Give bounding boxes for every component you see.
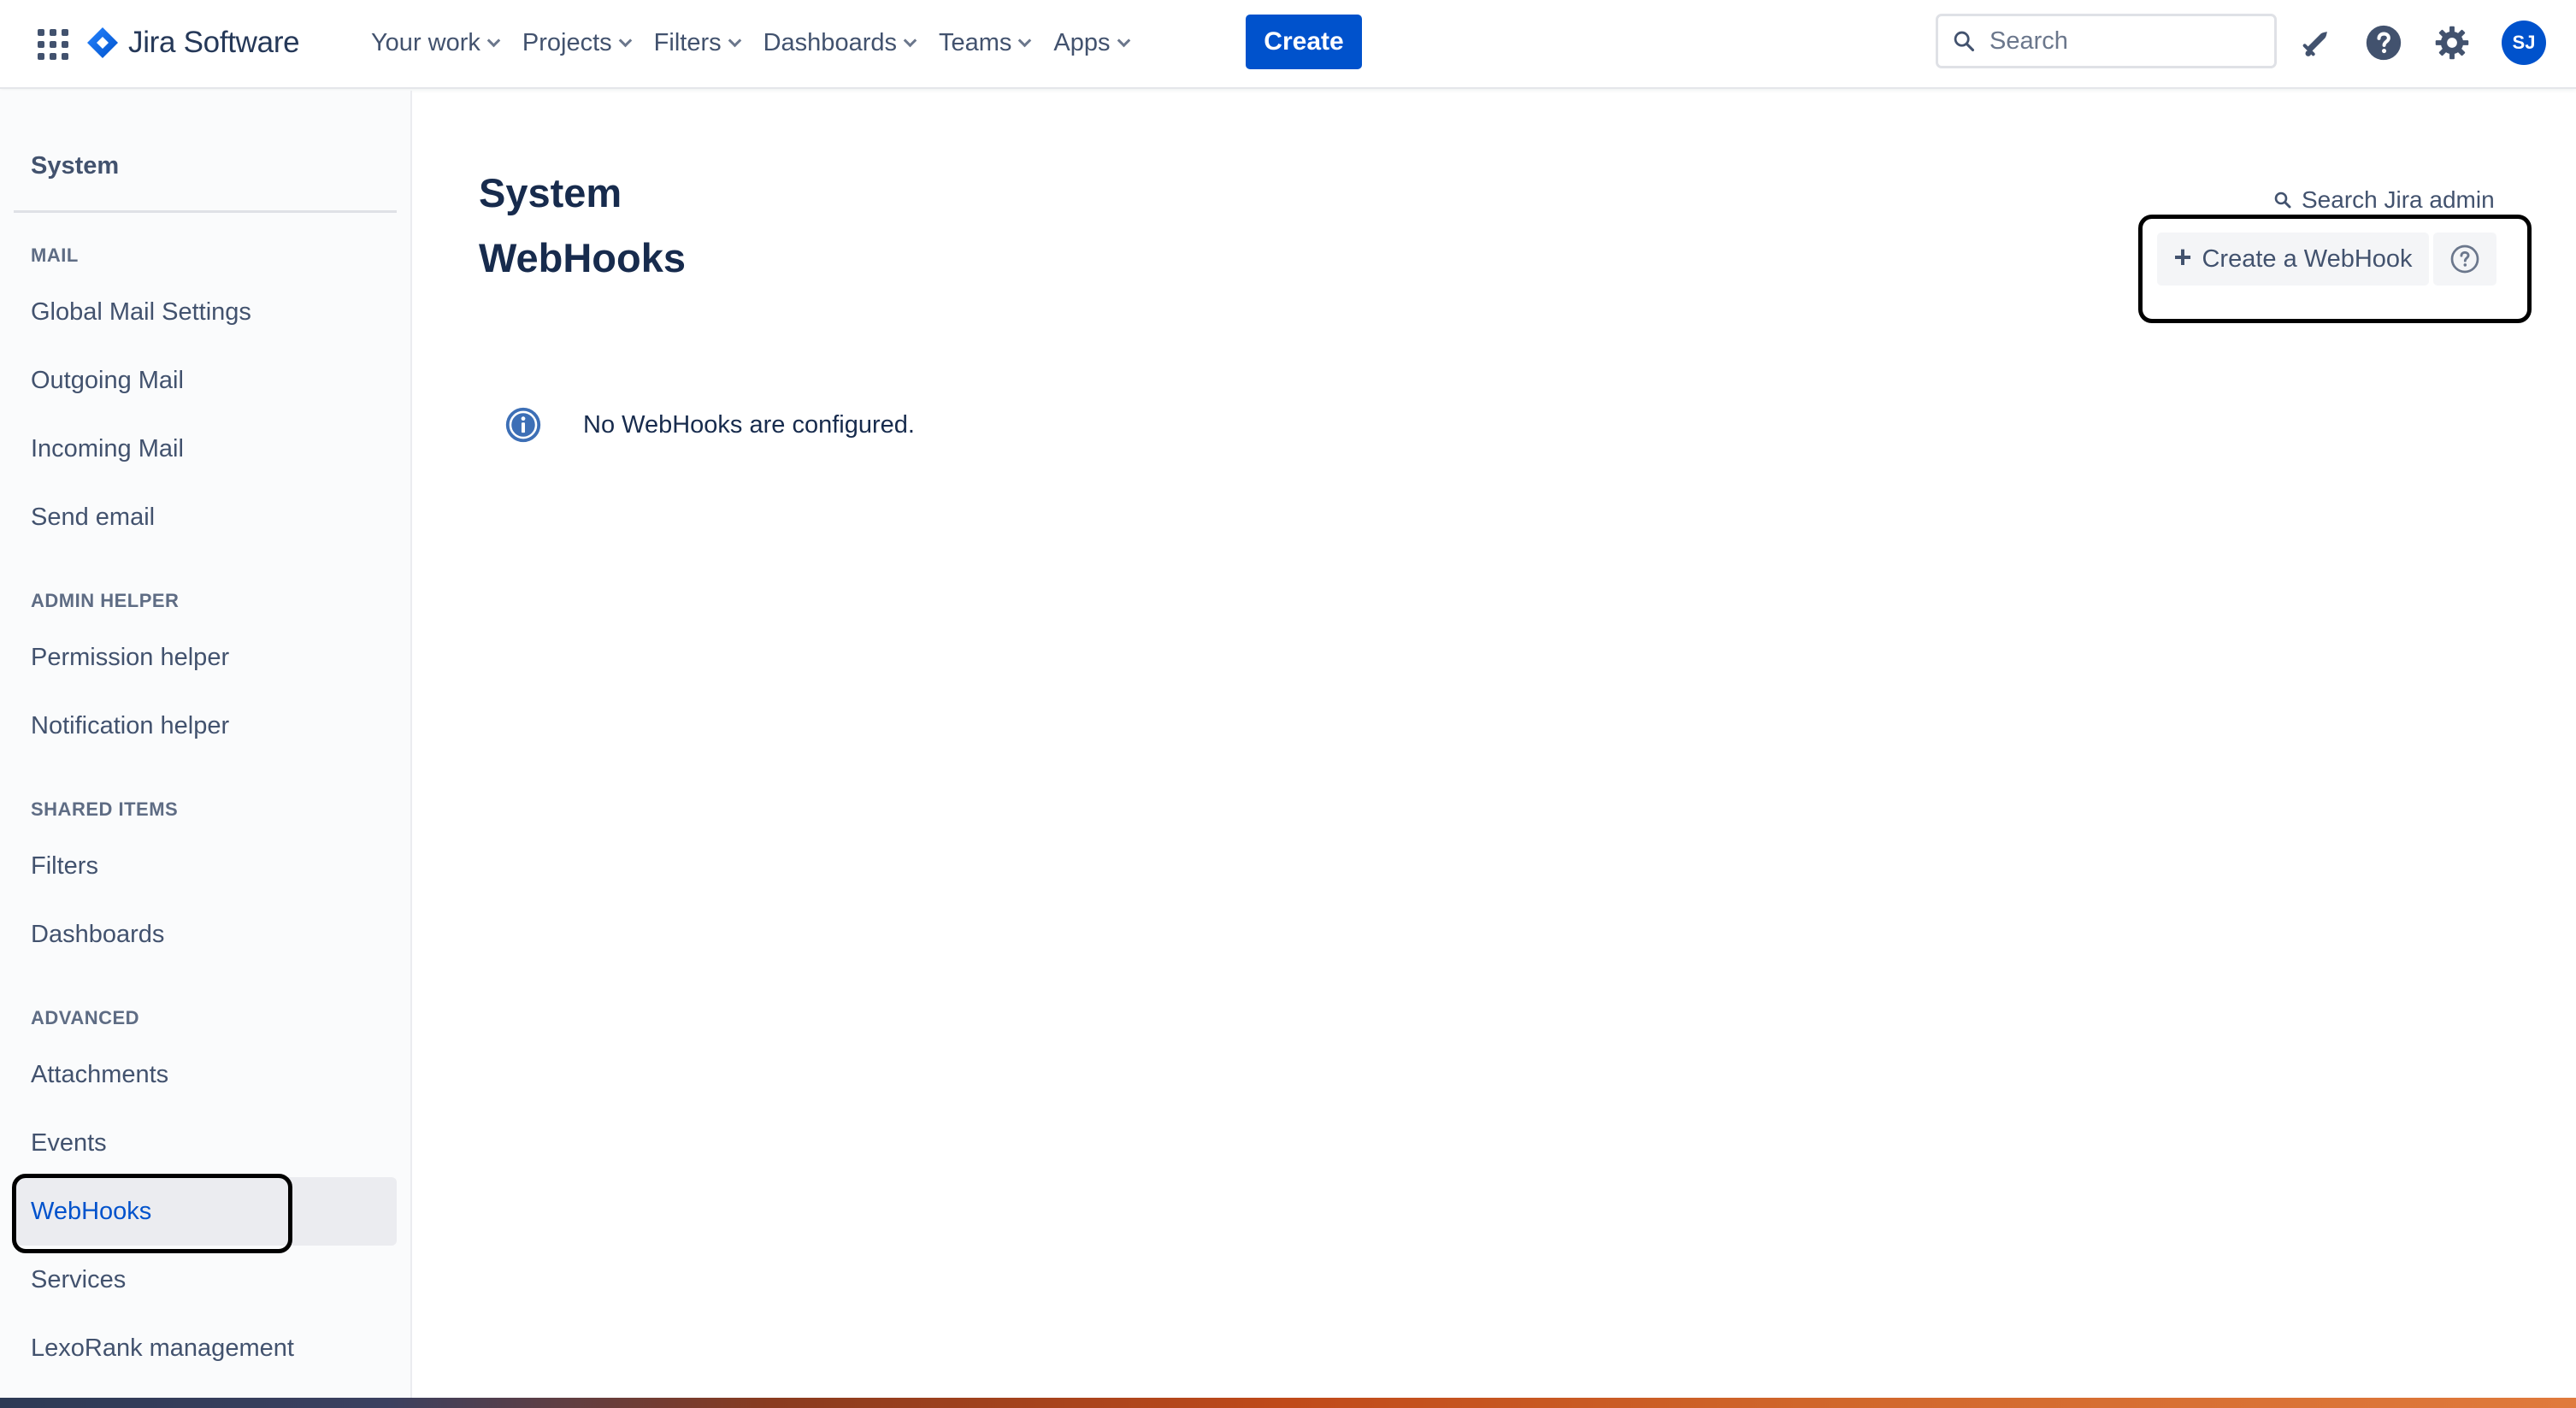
section-heading-shared-items: SHARED ITEMS xyxy=(31,798,179,820)
question-circle-icon xyxy=(2450,244,2479,274)
nav-label: Projects xyxy=(522,28,612,56)
nav-apps[interactable]: Apps xyxy=(1041,19,1140,67)
chevron-down-icon xyxy=(903,33,917,47)
jira-logo[interactable]: Jira Software xyxy=(85,22,300,63)
apps-grid-icon[interactable] xyxy=(34,26,68,60)
create-webhook-button[interactable]: + Create a WebHook xyxy=(2157,233,2429,286)
settings-icon[interactable] xyxy=(2430,21,2474,65)
search-input[interactable] xyxy=(1989,27,2246,56)
sidebar-item-lexorank-management[interactable]: LexoRank management xyxy=(14,1314,397,1382)
create-webhook-label: Create a WebHook xyxy=(2202,244,2413,273)
create-button[interactable]: Create xyxy=(1246,15,1362,69)
empty-state-text: No WebHooks are configured. xyxy=(583,410,915,439)
search-icon xyxy=(2274,191,2291,209)
sidebar-title: System xyxy=(31,152,120,180)
sidebar-item-events[interactable]: Events xyxy=(14,1109,397,1177)
sidebar-item-attachments[interactable]: Attachments xyxy=(14,1040,397,1109)
search-box[interactable] xyxy=(1936,14,2277,68)
section-heading-admin-helper: ADMIN HELPER xyxy=(31,590,180,611)
nav-projects[interactable]: Projects xyxy=(510,19,642,67)
nav-menu: Your work Projects Filters Dashboards Te… xyxy=(359,19,1141,67)
sidebar-item-dashboards[interactable]: Dashboards xyxy=(14,900,397,969)
sidebar-item-filters[interactable]: Filters xyxy=(14,832,397,900)
sidebar-item-incoming-mail[interactable]: Incoming Mail xyxy=(14,415,397,483)
chevron-down-icon xyxy=(1117,33,1130,47)
sidebar-item-global-mail-settings[interactable]: Global Mail Settings xyxy=(14,278,397,346)
top-navigation-bar: Jira Software Your work Projects Filters… xyxy=(0,0,2576,89)
admin-sidebar: System MAIL Global Mail Settings Outgoin… xyxy=(0,91,412,1408)
plus-icon: + xyxy=(2173,239,2192,274)
search-icon xyxy=(1954,31,1975,52)
sidebar-item-webhooks[interactable]: WebHooks xyxy=(14,1177,397,1246)
nav-dashboards[interactable]: Dashboards xyxy=(752,19,927,67)
nav-your-work[interactable]: Your work xyxy=(359,19,510,67)
section-heading-advanced: ADVANCED xyxy=(31,1007,140,1028)
page-title-system: System xyxy=(479,170,622,215)
chevron-down-icon xyxy=(618,33,632,47)
sidebar-item-permission-helper[interactable]: Permission helper xyxy=(14,623,397,692)
sidebar-divider xyxy=(14,210,397,213)
sidebar-item-notification-helper[interactable]: Notification helper xyxy=(14,692,397,760)
nav-label: Teams xyxy=(938,28,1012,56)
nav-label: Apps xyxy=(1053,28,1111,56)
desktop-background-strip xyxy=(0,1398,2576,1408)
page-title-webhooks: WebHooks xyxy=(479,235,686,280)
jira-diamond-icon xyxy=(87,27,118,58)
nav-label: Filters xyxy=(653,28,722,56)
nav-label: Dashboards xyxy=(763,28,897,56)
chevron-down-icon xyxy=(486,33,501,47)
empty-state-message: No WebHooks are configured. xyxy=(504,405,915,445)
logo-text: Jira Software xyxy=(128,26,300,59)
search-jira-admin-link[interactable]: Search Jira admin xyxy=(2272,183,2495,217)
webhook-help-button[interactable] xyxy=(2433,233,2496,286)
notifications-icon[interactable] xyxy=(2294,21,2338,65)
nav-filters[interactable]: Filters xyxy=(642,19,752,67)
search-jira-admin-label: Search Jira admin xyxy=(2302,186,2495,213)
chevron-down-icon xyxy=(1018,33,1032,47)
chevron-down-icon xyxy=(728,33,741,47)
section-heading-mail: MAIL xyxy=(31,244,79,266)
sidebar-item-outgoing-mail[interactable]: Outgoing Mail xyxy=(14,346,397,415)
nav-label: Your work xyxy=(371,28,480,56)
sidebar-item-services[interactable]: Services xyxy=(14,1246,397,1314)
avatar[interactable]: SJ xyxy=(2502,21,2546,65)
sidebar-item-send-email[interactable]: Send email xyxy=(14,483,397,551)
help-icon[interactable] xyxy=(2361,21,2406,65)
nav-teams[interactable]: Teams xyxy=(927,19,1041,67)
info-icon xyxy=(505,407,541,443)
